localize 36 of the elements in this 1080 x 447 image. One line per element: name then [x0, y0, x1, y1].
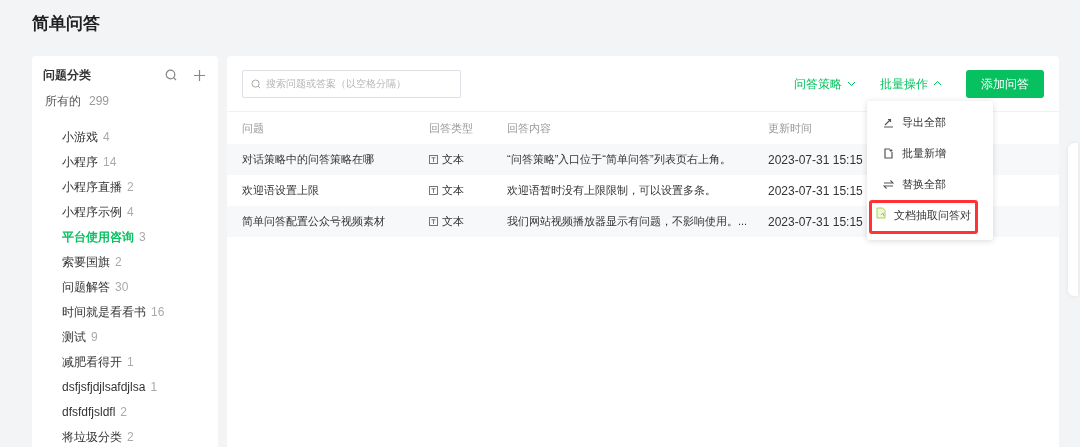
column-header: 问题 [242, 121, 264, 134]
category-item[interactable]: 将垃圾分类 2 [62, 424, 134, 447]
menu-item[interactable]: 批量新增 [867, 138, 962, 169]
table-cell: 我们网站视频播放器显示有问题，不影响使用。... [507, 215, 748, 228]
menu-item[interactable]: 导出全部 [867, 107, 962, 138]
category-item[interactable]: 小程序直播 2 [62, 174, 134, 199]
table-cell: 欢迎语设置上限 [242, 184, 319, 197]
category-item[interactable]: dfsfdfjsldfl 2 [62, 399, 128, 424]
table-cell-text: 文本 [442, 152, 464, 168]
category-item[interactable]: dsfjsfjdjlsafdjlsa 1 [62, 374, 158, 399]
menu-item[interactable]: 替换全部 [867, 169, 962, 200]
table-cell: 欢迎语暂时没有上限限制，可以设置多条。 [507, 184, 716, 197]
table-cell: 对话策略中的问答策略在哪 [242, 153, 374, 166]
table-cell: 简单问答配置公众号视频素材 [242, 215, 385, 228]
category-item[interactable]: 测试 9 [62, 324, 98, 349]
category-item[interactable]: 索要国旗 2 [62, 249, 122, 274]
category-item[interactable]: 问题解答 30 [62, 274, 129, 299]
table-cell: “问答策略”入口位于“简单问答”列表页右上角。 [507, 153, 731, 166]
table-cell: 2023-07-31 15:15 [768, 152, 863, 167]
category-item[interactable]: 时间就是看看书 16 [62, 299, 165, 324]
column-header: 回答内容 [507, 121, 551, 134]
column-header: 更新时间 [768, 121, 812, 134]
category-item[interactable]: 小程序 14 [62, 149, 117, 174]
sidebar-title: 问题分类 [43, 67, 91, 84]
menu-item[interactable]: 文档抽取问答对 [869, 200, 978, 234]
category-item[interactable]: 小游戏 4 [62, 124, 110, 149]
table-cell: 2023-07-31 15:15 [768, 183, 863, 198]
column-header: 回答类型 [429, 121, 473, 134]
category-item[interactable]: 减肥看得开 1 [62, 349, 134, 374]
table-cell-text: 文本 [442, 183, 464, 199]
search-field[interactable]: 搜索问题或答案（以空格分隔） [242, 69, 461, 98]
table-cell-text: 文本 [442, 214, 464, 230]
table-cell: 2023-07-31 15:15 [768, 214, 863, 229]
page-title: 简单问答 [32, 13, 100, 35]
category-item[interactable]: 小程序示例 4 [62, 199, 134, 224]
category-all[interactable]: 所有的 299 [32, 92, 123, 110]
